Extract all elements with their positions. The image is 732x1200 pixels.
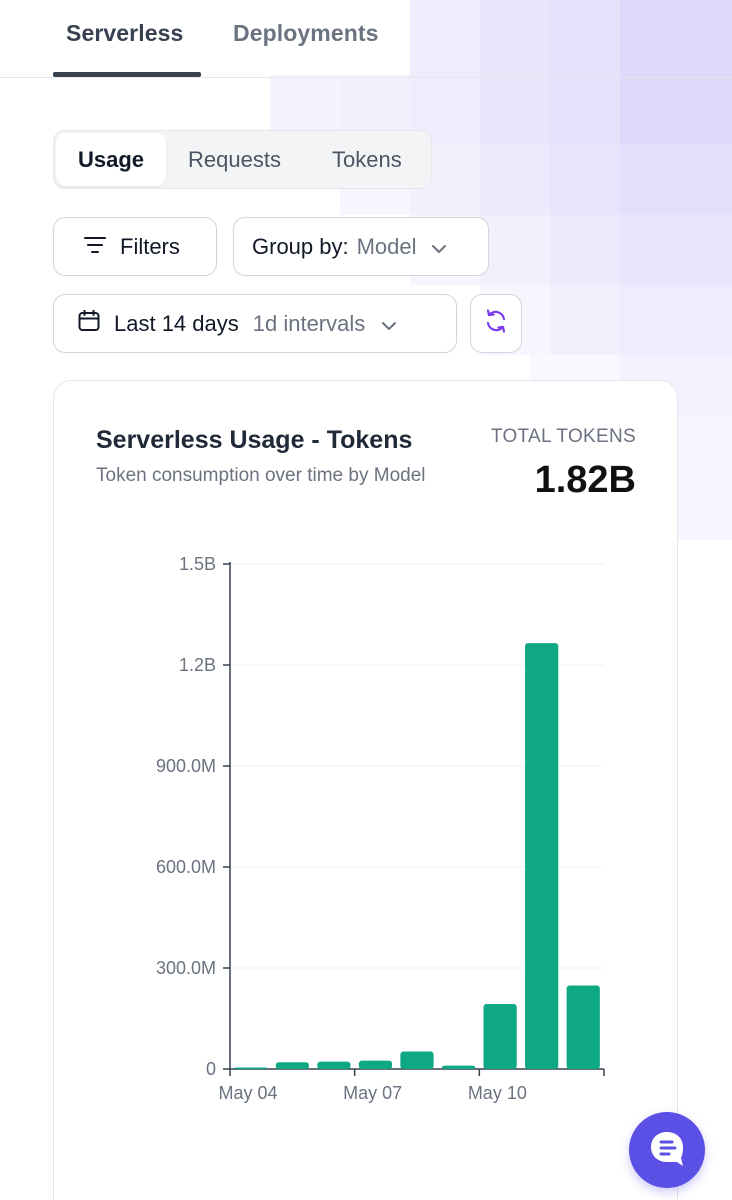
bar-may-11 xyxy=(525,643,559,1069)
segment-requests[interactable]: Requests xyxy=(188,131,281,188)
chat-support-button[interactable] xyxy=(629,1112,705,1188)
y-tick-label: 1.2B xyxy=(179,655,216,675)
x-tick-label: May 07 xyxy=(343,1083,402,1103)
y-tick-label: 0 xyxy=(206,1059,216,1079)
view-segmented-control: Usage Requests Tokens xyxy=(53,130,432,189)
chevron-down-icon xyxy=(381,311,397,337)
filters-button[interactable]: Filters xyxy=(53,217,217,276)
group-by-value: Model xyxy=(356,233,417,259)
refresh-button[interactable] xyxy=(470,294,522,353)
y-tick-label: 600.0M xyxy=(156,857,216,877)
bar-may-09 xyxy=(441,1065,476,1069)
segment-tokens[interactable]: Tokens xyxy=(332,131,402,188)
bar-may-10 xyxy=(483,1004,517,1069)
y-tick-label: 300.0M xyxy=(156,958,216,978)
interval-label: 1d intervals xyxy=(252,310,366,336)
chat-bubble-icon xyxy=(647,1128,687,1173)
y-tick-label: 900.0M xyxy=(156,756,216,776)
calendar-icon xyxy=(78,309,100,338)
group-by-label: Group by: xyxy=(252,233,349,259)
y-tick-label: 1.5B xyxy=(179,554,216,574)
date-range-label: Last 14 days xyxy=(114,310,239,336)
group-by-dropdown[interactable]: Group by: Model xyxy=(233,217,489,276)
bar-may-12 xyxy=(566,985,600,1069)
token-usage-bar-chart: 0 300.0M 600.0M 900.0M 1.2B 1.5B May 04 May 07 M… xyxy=(156,554,605,1103)
active-tab-indicator xyxy=(53,72,201,77)
x-tick-label: May 04 xyxy=(218,1083,277,1103)
filter-lines-icon xyxy=(84,234,106,260)
bar-may-06 xyxy=(317,1061,351,1069)
bar-may-04 xyxy=(234,1067,268,1069)
chevron-down-icon xyxy=(431,234,447,260)
segment-usage[interactable]: Usage xyxy=(56,133,166,186)
tab-serverless[interactable]: Serverless xyxy=(66,20,183,47)
bar-may-08 xyxy=(400,1051,434,1069)
x-tick-label: May 10 xyxy=(468,1083,527,1103)
bar-may-07 xyxy=(358,1060,393,1069)
date-range-dropdown[interactable]: Last 14 days 1d intervals xyxy=(53,294,457,353)
refresh-icon xyxy=(483,308,509,340)
tab-deployments[interactable]: Deployments xyxy=(233,20,379,47)
bar-may-05 xyxy=(275,1062,309,1069)
top-tabs: Serverless Deployments xyxy=(0,0,732,78)
usage-chart-card: Serverless Usage - Tokens Token consumpt… xyxy=(53,380,678,1200)
filters-label: Filters xyxy=(120,233,180,259)
